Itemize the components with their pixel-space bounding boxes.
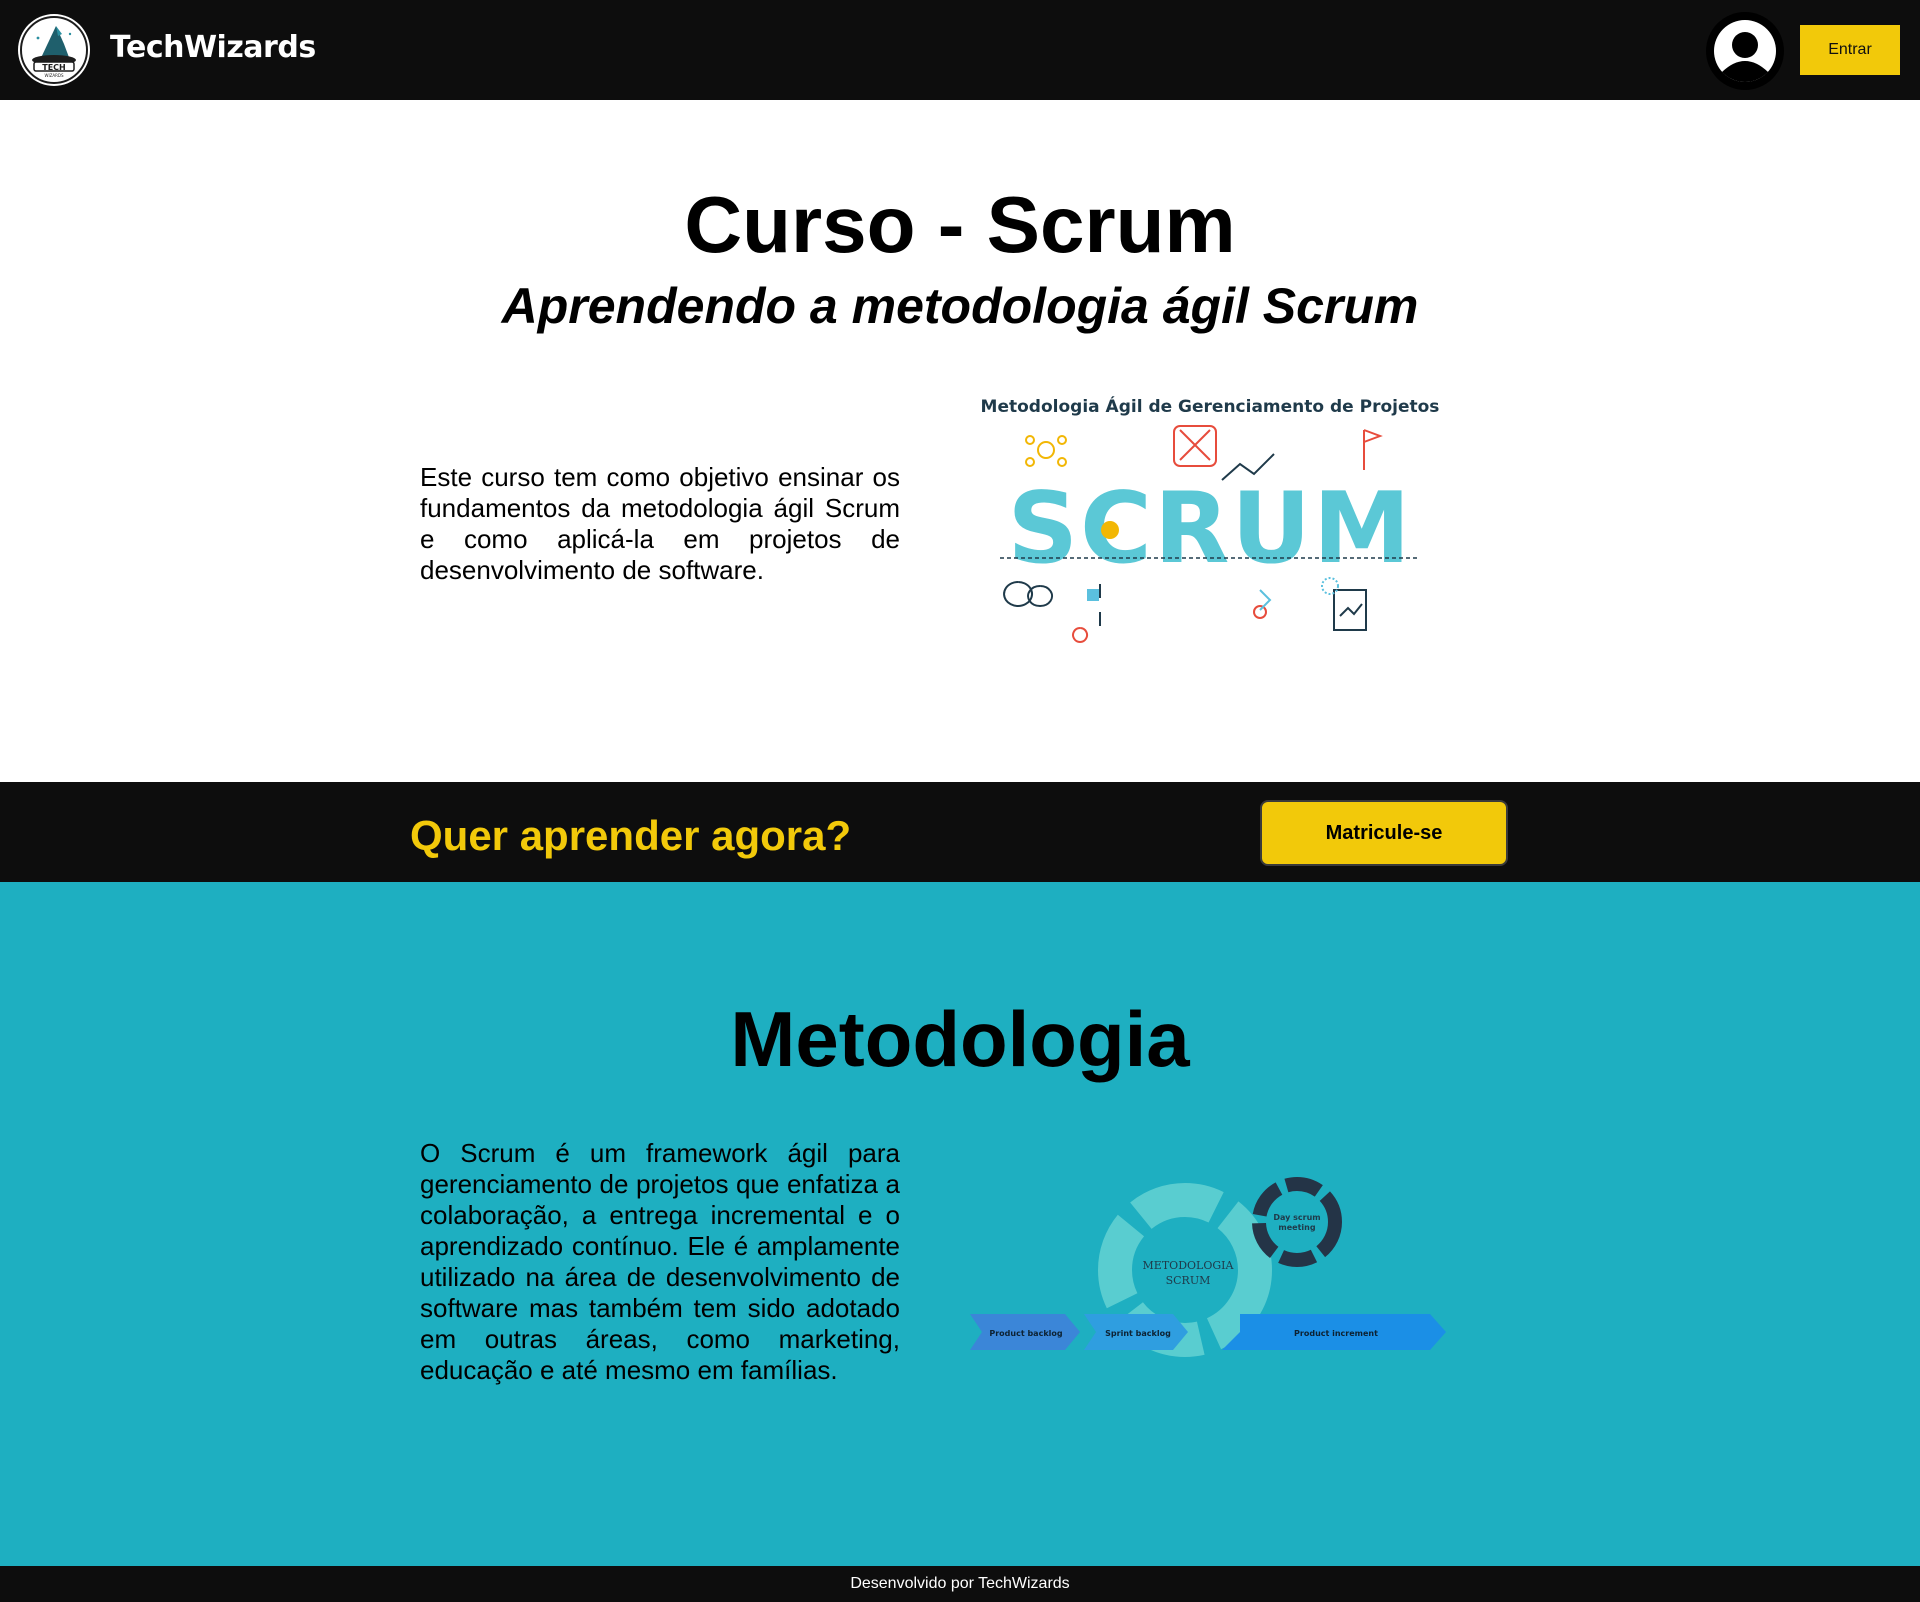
methodology-title: Metodologia	[730, 995, 1190, 1083]
cycle-center-line1: METODOLOGIA	[1143, 1259, 1235, 1272]
methodology-text: O Scrum é um framework ágil para gerenci…	[420, 1138, 900, 1385]
scrum-word: SCRUM	[1007, 472, 1412, 586]
page-title: Curso - Scrum	[684, 180, 1236, 269]
top-navbar: TECH WIZARDS TechWizards Entrar	[0, 0, 1920, 100]
techwizards-logo[interactable]: TECH WIZARDS	[18, 14, 90, 86]
cta-text: Quer aprender agora?	[410, 812, 852, 859]
user-avatar[interactable]	[1706, 12, 1784, 90]
scrum-cycle-diagram: METODOLOGIA SCRUM Day scrum meeting Prod…	[970, 1177, 1446, 1357]
brand-name[interactable]: TechWizards	[110, 30, 316, 65]
daily-line2: meeting	[1278, 1223, 1315, 1232]
daily-line1: Day scrum	[1273, 1213, 1320, 1222]
cycle-center-line2: SCRUM	[1166, 1274, 1211, 1287]
login-button[interactable]: Entrar	[1800, 25, 1900, 75]
enroll-button[interactable]: Matricule-se	[1260, 800, 1508, 866]
arrow-product-increment: Product increment	[1294, 1329, 1378, 1338]
hero-section: Curso - Scrum Aprendendo a metodologia á…	[0, 100, 1920, 782]
scrum-illustration: Metodologia Ágil de Gerenciamento de Pro…	[981, 395, 1440, 643]
enroll-banner: Quer aprender agora? Matricule-se	[0, 782, 1920, 882]
svg-text:WIZARDS: WIZARDS	[44, 73, 63, 78]
svg-text:TECH: TECH	[42, 63, 66, 72]
illustration-heading: Metodologia Ágil de Gerenciamento de Pro…	[981, 395, 1440, 417]
arrow-product-backlog: Product backlog	[989, 1329, 1063, 1338]
footer: Desenvolvido por TechWizards	[0, 1566, 1920, 1602]
page-subtitle: Aprendendo a metodologia ágil Scrum	[501, 278, 1419, 334]
course-intro: Este curso tem como objetivo ensinar os …	[420, 462, 900, 585]
arrow-sprint-backlog: Sprint backlog	[1105, 1329, 1171, 1338]
wizard-hat-icon: TECH WIZARDS	[20, 16, 88, 84]
user-icon	[1707, 13, 1783, 89]
methodology-section: Metodologia O Scrum é um framework ágil …	[0, 882, 1920, 1566]
